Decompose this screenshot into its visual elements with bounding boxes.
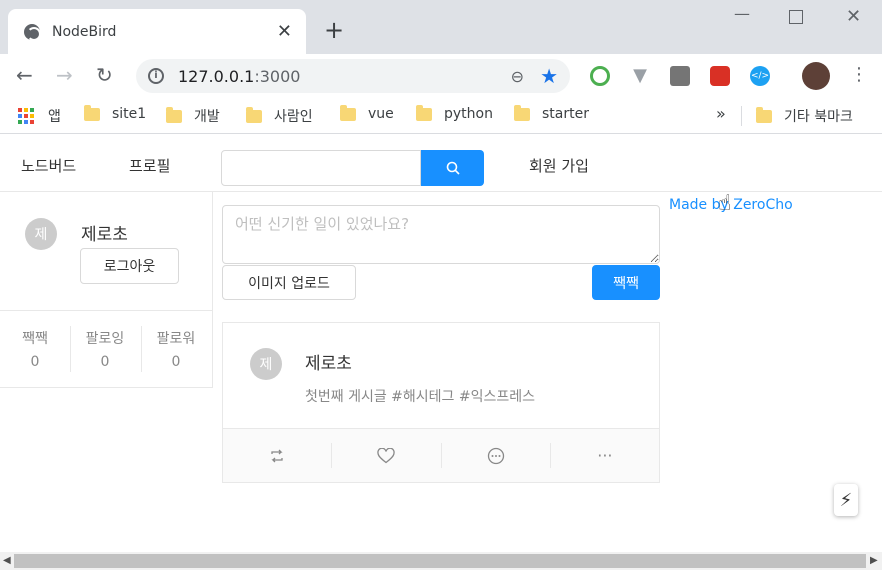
submit-post-button[interactable]: 짹짹 (592, 265, 660, 300)
maximize-icon[interactable] (789, 10, 803, 24)
back-arrow-icon[interactable]: ← (16, 64, 33, 86)
bookmark-folder-starter[interactable]: starter (514, 104, 589, 122)
folder-icon (514, 104, 530, 121)
comment-icon[interactable] (442, 443, 551, 468)
folder-icon (246, 106, 262, 123)
folder-icon (416, 104, 432, 121)
address-bar[interactable]: i 127.0.0.1:3000 ⊖ ★ (136, 59, 570, 93)
browser-toolbar: ← → ↻ i 127.0.0.1:3000 ⊖ ★ ▼ </> ⋮ (0, 54, 882, 98)
reload-icon[interactable]: ↻ (96, 64, 113, 86)
hand-cursor-icon: ☝ (718, 191, 732, 216)
retweet-icon[interactable] (223, 443, 333, 468)
zoom-out-icon[interactable]: ⊖ (511, 67, 524, 86)
globe-icon (24, 23, 41, 41)
apps-grid-icon (18, 108, 34, 124)
code-extension-icon[interactable]: </> (750, 66, 770, 86)
menu-signup[interactable]: 회원 가입 (529, 155, 589, 176)
bookmark-folder-dev[interactable]: 개발 (166, 106, 220, 126)
card-divider (0, 310, 213, 311)
folder-icon (166, 106, 182, 123)
post-content: 첫번째 게시글 #해시테그 #익스프레스 (305, 389, 536, 405)
folder-icon (84, 104, 100, 121)
post-actions: ··· (223, 428, 659, 482)
folder-icon (340, 104, 356, 121)
menu-home[interactable]: 노드버드 (21, 155, 76, 176)
user-nickname: 제로초 (81, 225, 128, 245)
more-bookmarks-icon[interactable]: » (716, 104, 726, 123)
search-input[interactable] (221, 150, 421, 186)
bookmark-folder-site1[interactable]: site1 (84, 104, 146, 122)
avatar: 제 (25, 218, 57, 250)
scrollbar-thumb[interactable] (14, 554, 866, 568)
bookmark-folder-saramin[interactable]: 사람인 (246, 106, 313, 126)
post-author: 제로초 (305, 354, 352, 374)
tab-title: NodeBird (52, 23, 117, 40)
more-ellipsis-icon[interactable]: ··· (551, 443, 659, 468)
scroll-left-icon[interactable]: ◀ (3, 555, 11, 566)
url-text: 127.0.0.1:3000 (178, 66, 301, 86)
page-content: 노드버드 프로필 회원 가입 제 제로초 로그아웃 짹짹 0 팔로잉 0 팔로워 0 … (0, 135, 882, 552)
profile-avatar[interactable] (802, 62, 830, 90)
bookmark-apps[interactable]: 앱 (18, 106, 61, 126)
tab-close-icon[interactable]: ✕ (277, 21, 292, 42)
stat-tweets: 짹짹 0 (22, 331, 48, 370)
browser-tab[interactable]: NodeBird ✕ (8, 9, 306, 54)
bookmarks-bar: 앱 site1 개발 사람인 vue python starter » 기타 북… (0, 98, 882, 134)
stat-followers: 팔로워 0 (156, 331, 196, 370)
post-card: 제 제로초 첫번째 게시글 #해시테그 #익스프레스 ··· (222, 322, 660, 483)
post-avatar: 제 (250, 348, 282, 380)
logout-button[interactable]: 로그아웃 (80, 248, 179, 284)
forward-arrow-icon[interactable]: → (56, 64, 73, 86)
horizontal-scrollbar[interactable]: ◀ ▶ (0, 552, 882, 570)
bookmark-folder-other[interactable]: 기타 북마크 (756, 106, 853, 126)
browser-tab-strip: NodeBird ✕ + — ✕ (0, 0, 882, 54)
bookmark-folder-python[interactable]: python (416, 104, 493, 122)
bookmark-star-icon[interactable]: ★ (540, 64, 558, 88)
camera-icon[interactable] (670, 66, 690, 86)
window-close-icon[interactable]: ✕ (846, 6, 861, 27)
bookmark-folder-vue[interactable]: vue (340, 104, 394, 122)
folder-icon (756, 106, 772, 123)
image-upload-button[interactable]: 이미지 업로드 (222, 265, 356, 300)
new-tab-button[interactable]: + (324, 18, 344, 42)
stat-following: 팔로잉 0 (85, 331, 125, 370)
search-button[interactable] (421, 150, 484, 186)
lightning-icon[interactable]: ⚡ (834, 484, 858, 516)
top-menu: 노드버드 프로필 회원 가입 (0, 135, 882, 192)
minimize-icon[interactable]: — (734, 4, 750, 23)
extension-target-icon[interactable] (590, 66, 610, 86)
heart-icon[interactable] (332, 443, 442, 468)
bookmark-divider (741, 106, 742, 126)
search-icon (446, 161, 460, 175)
more-menu-icon[interactable]: ⋮ (850, 64, 868, 86)
post-textarea[interactable] (222, 205, 660, 264)
vue-devtools-icon[interactable]: ▼ (630, 66, 650, 86)
info-icon[interactable]: i (148, 68, 164, 84)
menu-profile[interactable]: 프로필 (129, 155, 170, 176)
scroll-right-icon[interactable]: ▶ (870, 555, 878, 566)
extension-red-icon[interactable] (710, 66, 730, 86)
